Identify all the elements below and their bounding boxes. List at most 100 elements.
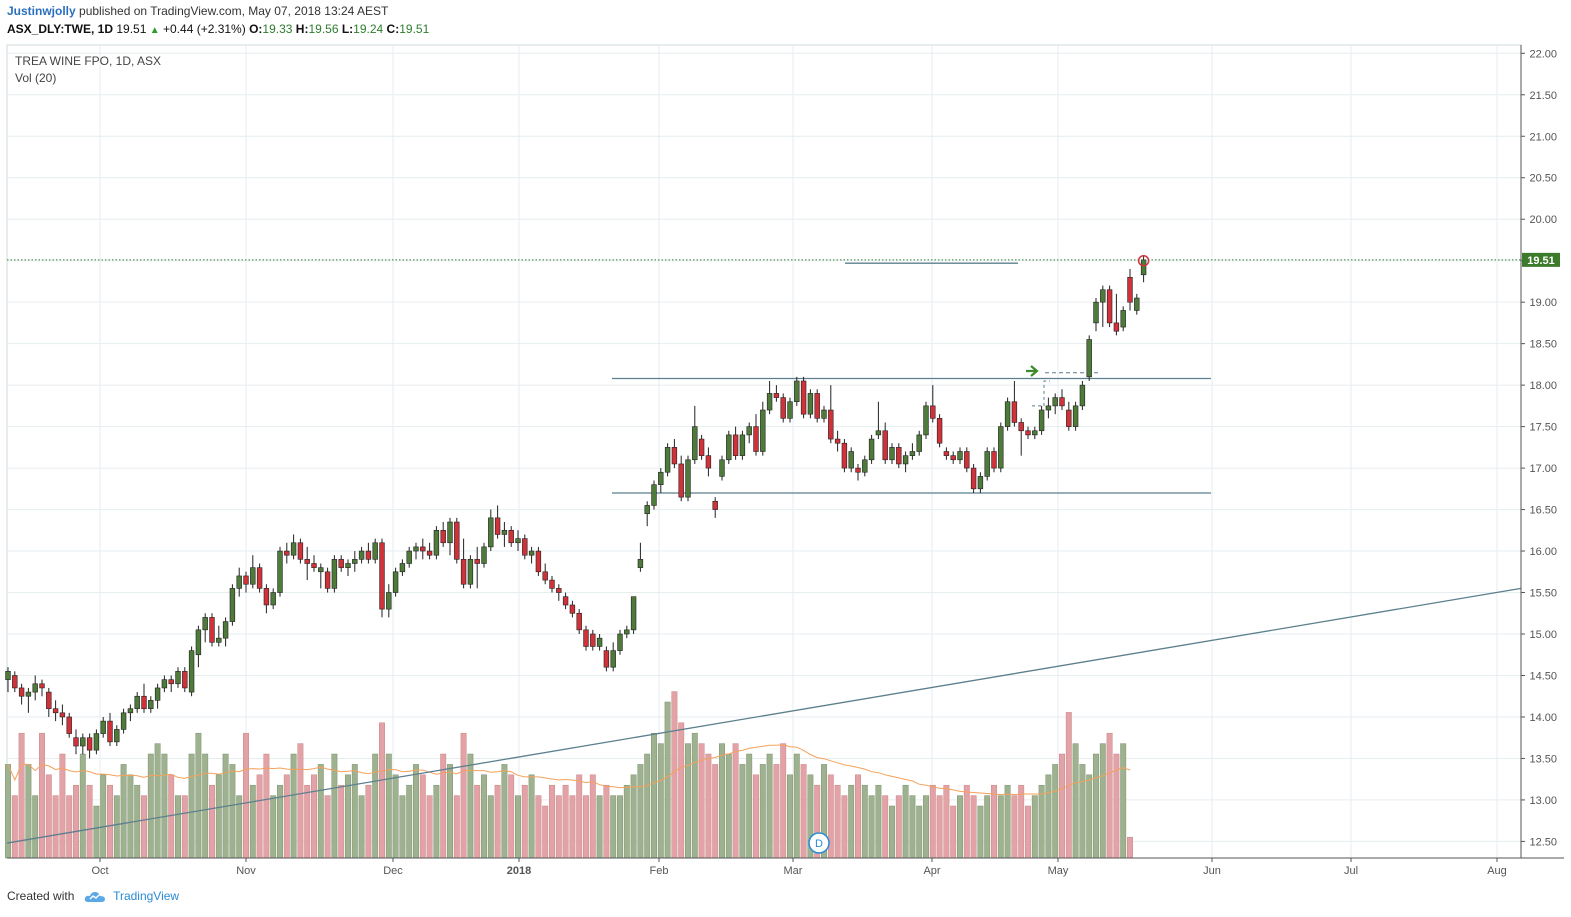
candle-body	[1066, 409, 1072, 427]
volume-bar	[338, 784, 345, 859]
volume-bar	[243, 732, 249, 859]
volume-bar	[576, 774, 583, 859]
y-tick-label: 15.00	[1529, 629, 1557, 641]
volume-bar	[766, 753, 773, 859]
candle-body	[311, 563, 317, 568]
candle-body	[406, 550, 412, 564]
candle-body	[195, 629, 202, 656]
volume-bar	[780, 743, 787, 859]
volume-bar	[855, 774, 861, 859]
volume-bar	[18, 732, 25, 859]
volume-legend[interactable]: Vol (20)	[15, 70, 161, 87]
volume-bar	[759, 764, 766, 859]
candle-body	[970, 467, 977, 490]
price-chart[interactable]: 12.50 13.00 13.50 14.00 14.50 15.00 15.50 16.00…	[0, 0, 1571, 917]
y-tick-label: 19.00	[1529, 297, 1557, 309]
volume-bar	[5, 764, 11, 859]
candle-body	[263, 588, 270, 606]
candle-body	[943, 451, 950, 456]
candle-body	[637, 559, 644, 568]
candle-body	[399, 563, 406, 573]
candle-body	[896, 447, 902, 465]
candle-body	[168, 679, 174, 685]
candle-body	[834, 438, 841, 444]
candle-body	[698, 438, 705, 456]
volume-bar	[453, 795, 460, 859]
volume-bar	[419, 774, 426, 859]
candle-body	[1100, 289, 1106, 303]
candle-body	[868, 438, 875, 461]
candle-body	[392, 571, 399, 593]
volume-bar	[671, 691, 678, 859]
candle-body	[814, 393, 820, 419]
y-tick-label: 20.00	[1529, 214, 1557, 226]
trend-drawings[interactable]	[6, 262, 1522, 844]
volume-bar	[487, 795, 494, 859]
y-tick-label: 17.50	[1529, 422, 1557, 434]
volume-bar	[882, 795, 889, 859]
candle-body	[1106, 289, 1113, 324]
volume-bar	[848, 784, 855, 859]
candle-body	[209, 617, 215, 643]
volume-ma-line	[7, 744, 1131, 796]
candle-body	[848, 451, 854, 469]
candle-body	[345, 563, 351, 568]
candle-body	[1072, 405, 1079, 427]
volume-bar	[542, 805, 549, 859]
candle-body	[1004, 401, 1011, 427]
candle-body	[766, 393, 773, 411]
x-tick-label: 2018	[507, 865, 531, 877]
candle-body	[1134, 297, 1140, 311]
volume-bar	[957, 795, 963, 859]
candle-body	[202, 617, 208, 631]
volume-bar	[739, 764, 746, 859]
x-tick-label: Feb	[650, 865, 669, 877]
candle-body	[936, 418, 943, 444]
volume-bar	[406, 784, 413, 859]
volume-bar	[936, 795, 943, 859]
volume-bar	[59, 753, 66, 859]
candle-body	[433, 530, 440, 556]
volume-bar	[147, 753, 154, 859]
volume-bar	[460, 732, 467, 859]
volume-bar	[229, 764, 236, 859]
volume-bar	[787, 774, 793, 859]
series-legend[interactable]: TREA WINE FPO, 1D, ASX	[15, 53, 161, 70]
x-tick-label: Oct	[91, 865, 108, 877]
candle-body	[86, 737, 93, 751]
volume-bar	[637, 764, 644, 859]
volume-bar	[181, 795, 188, 859]
volume-bar	[664, 701, 671, 859]
candle-body	[957, 451, 963, 461]
candle-body	[515, 538, 521, 544]
candle-body	[508, 530, 514, 544]
candle-body	[161, 679, 168, 689]
candle-body	[1059, 397, 1065, 407]
candle-body	[358, 550, 365, 560]
candle-body	[569, 604, 576, 614]
volume-bar	[79, 753, 86, 859]
candle-body	[454, 521, 460, 560]
volume-bar	[909, 795, 916, 859]
volume-bar	[45, 774, 52, 859]
candle-body	[658, 471, 664, 485]
tradingview-link[interactable]: TradingView	[113, 889, 179, 903]
volume-bar	[596, 795, 603, 859]
candle-body	[773, 393, 780, 398]
volume-bar	[32, 795, 39, 859]
candle-body	[522, 538, 528, 556]
volume-bar	[113, 795, 120, 859]
x-tick-label: Jun	[1203, 865, 1221, 877]
volume-bar	[1106, 732, 1113, 859]
volume-bar	[868, 795, 875, 859]
volume-bar	[413, 764, 419, 859]
candle-body	[977, 476, 984, 490]
volume-bar	[515, 795, 521, 859]
candle-body	[460, 559, 467, 585]
y-tick-label: 18.50	[1529, 339, 1557, 351]
candle-body	[719, 459, 725, 477]
volume-bar	[11, 795, 18, 859]
candle-body	[73, 737, 79, 747]
dividend-marker-label: D	[815, 838, 823, 850]
volume-bar	[705, 753, 712, 859]
